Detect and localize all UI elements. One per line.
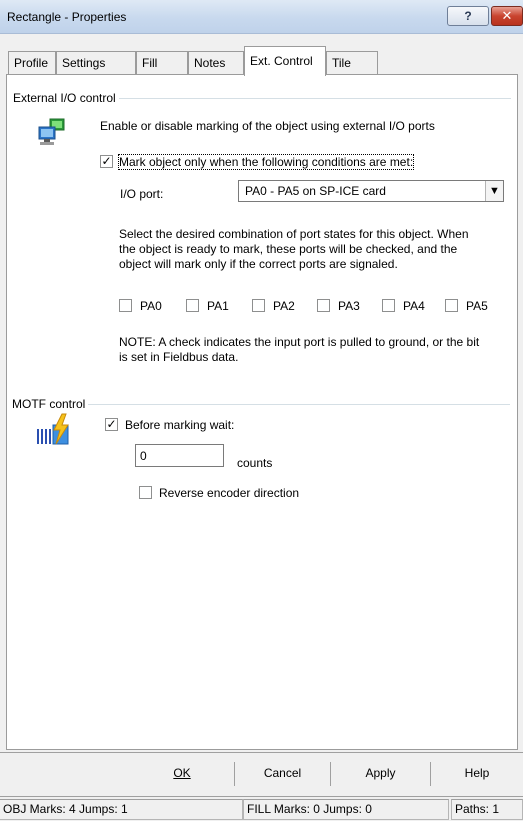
apply-label: Apply [365,766,396,780]
tab-ext-control[interactable]: Ext. Control [244,46,326,76]
window-title: Rectangle - Properties [7,10,127,24]
help-label: Help [464,766,490,780]
io-port-select[interactable]: PA0 - PA5 on SP-ICE card ▼ [238,180,504,202]
status-obj: OBJ Marks: 4 Jumps: 1 [0,799,243,820]
tab-settings[interactable]: Settings [56,51,136,75]
counts-input[interactable]: 0 [135,444,224,467]
status-paths: Paths: 1 [451,799,523,820]
close-icon[interactable]: ✕ [491,6,523,26]
help-icon[interactable]: ? [447,6,489,26]
mark-only-checkbox[interactable]: ✓ [100,155,113,168]
tab-label: Tile [332,56,351,70]
tab-label: Profile [14,56,49,70]
tab-panel: External I/O control Enable or disable m… [6,74,518,750]
ok-label: OK [173,766,191,780]
cancel-button[interactable]: Cancel [234,762,330,786]
divider [0,752,523,753]
help-button[interactable]: Help [430,762,523,786]
cancel-label: Cancel [263,766,302,780]
tab-label: Ext. Control [250,54,313,68]
title-bar[interactable]: Rectangle - Properties ? ✕ [0,0,523,34]
status-bar: OBJ Marks: 4 Jumps: 1 FILL Marks: 0 Jump… [0,796,523,821]
tab-profile[interactable]: Profile [8,51,56,75]
chevron-down-icon[interactable]: ▼ [485,181,503,201]
counts-value: 0 [140,449,147,463]
apply-button[interactable]: Apply [330,762,430,786]
ok-button[interactable]: OK [130,762,234,786]
tab-strip: Profile Settings Fill Notes Ext. Control… [0,46,523,76]
tab-fill[interactable]: Fill [136,51,188,75]
ext-io-group-title: External I/O control [13,91,119,105]
io-port-label: I/O port: [120,187,164,201]
tab-notes[interactable]: Notes [188,51,244,75]
tab-label: Settings [62,56,106,70]
ext-io-description: Enable or disable marking of the object … [100,119,435,133]
mark-only-label[interactable]: Mark object only when the following cond… [117,154,415,170]
tab-label: Notes [194,56,226,70]
io-computers-icon [38,118,66,148]
tab-tile[interactable]: Tile [326,51,378,75]
status-fill: FILL Marks: 0 Jumps: 0 [243,799,449,820]
io-port-value: PA0 - PA5 on SP-ICE card [245,184,386,198]
tab-label: Fill [142,56,158,70]
